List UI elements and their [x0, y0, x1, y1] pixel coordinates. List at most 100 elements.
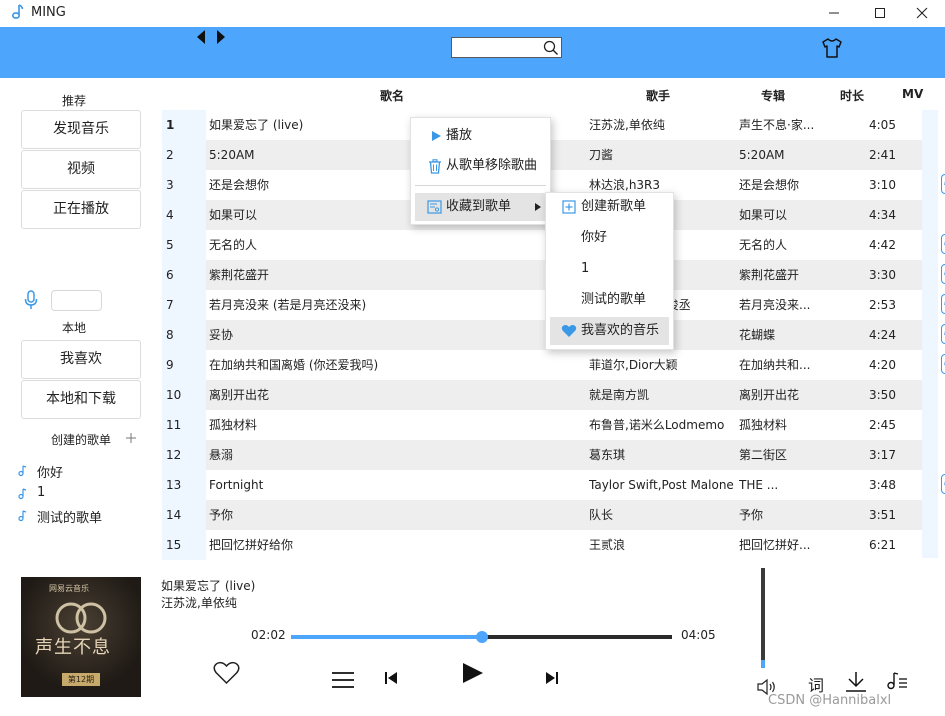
- song-title-cell: 予你: [209, 508, 234, 522]
- search-input[interactable]: [451, 37, 562, 58]
- duration-cell: 6:21: [869, 538, 896, 552]
- now-playing-title: 如果爱忘了 (live): [161, 579, 256, 593]
- sidebar-item-discover[interactable]: 发现音乐: [21, 110, 141, 149]
- search-icon[interactable]: [543, 40, 559, 56]
- skin-shirt-icon[interactable]: [820, 37, 844, 59]
- play-button-icon[interactable]: [461, 662, 485, 684]
- close-button[interactable]: [899, 0, 945, 27]
- submenu-item-create-playlist[interactable]: 创建新歌单: [550, 193, 669, 221]
- row-number: 10: [162, 380, 206, 410]
- album-cell: 离别开出花: [739, 388, 800, 402]
- row-number: 12: [162, 440, 206, 470]
- song-title-cell: 在加纳共和国离婚 (你还爱我吗): [209, 358, 379, 372]
- sidebar-mini-input[interactable]: [51, 290, 102, 311]
- heart-outline-icon[interactable]: [213, 661, 240, 685]
- submenu-item-liked-music[interactable]: 我喜欢的音乐: [550, 317, 669, 345]
- song-title-cell: 悬溺: [209, 448, 234, 462]
- minimize-button[interactable]: [811, 0, 857, 27]
- submenu-item-playlist[interactable]: 测试的歌单: [550, 286, 669, 314]
- table-row[interactable]: 10 离别开出花 就是南方凯 离别开出花 3:50: [162, 380, 938, 410]
- previous-track-icon[interactable]: [384, 671, 398, 685]
- title-bar: MING: [0, 0, 945, 27]
- column-header-title[interactable]: 歌名: [380, 87, 404, 104]
- maximize-button[interactable]: [857, 0, 903, 27]
- column-header-artist[interactable]: 歌手: [646, 87, 670, 104]
- row-number: 9: [162, 350, 206, 380]
- row-cells: 离别开出花 就是南方凯 离别开出花 3:50: [206, 380, 922, 410]
- submenu-item-label: 测试的歌单: [581, 292, 647, 307]
- album-cell: 5:20AM: [739, 148, 785, 162]
- submenu-item-label: 你好: [581, 230, 608, 245]
- next-track-icon[interactable]: [545, 671, 559, 685]
- download-icon[interactable]: [845, 671, 867, 693]
- table-row[interactable]: 14 予你 队长 予你 3:51: [162, 500, 938, 530]
- progress-bar[interactable]: [291, 631, 672, 643]
- table-row[interactable]: 11 孤独材料 布鲁普,诺米么Lodmemo 孤独材料 2:45: [162, 410, 938, 440]
- album-cell: 花蝴蝶: [739, 328, 776, 342]
- context-menu: 播放 从歌单移除歌曲 收藏到歌单: [410, 117, 551, 225]
- column-header-album[interactable]: 专辑: [761, 87, 785, 104]
- trash-icon: [429, 159, 441, 174]
- volume-slider[interactable]: [761, 568, 765, 668]
- cover-title: 声生不息: [35, 637, 111, 658]
- column-header-mv[interactable]: MV: [902, 87, 923, 101]
- row-cells: 孤独材料 布鲁普,诺米么Lodmemo 孤独材料 2:45: [206, 410, 922, 440]
- music-note-icon: [11, 4, 24, 19]
- album-cell: 第二街区: [739, 448, 788, 462]
- playlist-label: 测试的歌单: [37, 511, 103, 526]
- progress-handle[interactable]: [475, 631, 488, 643]
- forward-arrow-icon[interactable]: [215, 29, 227, 45]
- menu-item-remove[interactable]: 从歌单移除歌曲: [415, 152, 546, 180]
- row-number: 3: [162, 170, 206, 200]
- artist-cell: 王贰浪: [589, 538, 626, 552]
- submenu-item-playlist[interactable]: 1: [550, 255, 669, 283]
- album-cell: THE ...: [739, 478, 779, 492]
- mv-icon[interactable]: MV: [941, 474, 945, 494]
- submenu-arrow-icon: [535, 203, 541, 211]
- mv-icon[interactable]: MV: [941, 294, 945, 314]
- duration-cell: 4:34: [869, 208, 896, 222]
- top-toolbar: [0, 27, 945, 78]
- back-arrow-icon[interactable]: [195, 29, 207, 45]
- artist-cell: 菲道尔,Dior大颖: [589, 358, 678, 372]
- duration-cell: 2:41: [869, 148, 896, 162]
- row-number: 13: [162, 470, 206, 500]
- sidebar-item-liked[interactable]: 我喜欢: [21, 340, 141, 379]
- duration-cell: 2:53: [869, 298, 896, 312]
- sidebar-item-now-playing[interactable]: 正在播放: [21, 190, 141, 229]
- menu-separator: [415, 185, 546, 186]
- local-heading: 本地: [61, 321, 86, 335]
- table-row[interactable]: 9在加纳共和国离婚 (你还爱我吗) 菲道尔,Dior大颖 在加纳共和... 4:20 M…: [162, 350, 945, 380]
- maximize-icon: [875, 8, 885, 18]
- volume-fill: [761, 660, 765, 668]
- song-list-icon[interactable]: [886, 671, 908, 691]
- column-header-duration[interactable]: 时长: [840, 87, 864, 104]
- row-number: 8: [162, 320, 206, 350]
- mv-icon[interactable]: MV: [941, 264, 945, 284]
- artist-cell: 刀酱: [589, 148, 614, 162]
- mv-icon[interactable]: MV: [941, 354, 945, 374]
- table-row[interactable]: 13 Fortnight Taylor Swift,Post Malone THE .…: [162, 470, 945, 500]
- album-cell: 孤独材料: [739, 418, 788, 432]
- row-cells: 悬溺 葛东琪 第二街区 3:17: [206, 440, 922, 470]
- mv-icon[interactable]: MV: [941, 174, 945, 194]
- playlist-label: 1: [37, 485, 46, 500]
- menu-item-label: 收藏到歌单: [446, 199, 512, 214]
- microphone-icon[interactable]: [23, 290, 39, 310]
- menu-item-play[interactable]: 播放: [415, 122, 546, 150]
- window-title: MING: [31, 5, 66, 20]
- sidebar-item-local-download[interactable]: 本地和下载: [21, 380, 141, 419]
- sidebar-item-video[interactable]: 视频: [21, 150, 141, 189]
- submenu-item-playlist[interactable]: 你好: [550, 224, 669, 252]
- mv-icon[interactable]: MV: [941, 234, 945, 254]
- submenu-item-label: 创建新歌单: [581, 199, 647, 214]
- menu-item-add-to-playlist[interactable]: 收藏到歌单: [415, 193, 546, 221]
- add-playlist-icon[interactable]: [125, 432, 137, 444]
- table-row[interactable]: 15 把回忆拼好给你 王贰浪 把回忆拼好... 6:21: [162, 530, 938, 560]
- song-title-cell: 若月亮没来 (若是月亮还没来): [209, 298, 367, 312]
- album-cover[interactable]: 网易云音乐 声生不息 第12期: [21, 577, 141, 697]
- album-cell: 如果可以: [739, 208, 788, 222]
- mv-icon[interactable]: MV: [941, 324, 945, 344]
- playlist-order-icon[interactable]: [331, 669, 355, 689]
- table-row[interactable]: 12 悬溺 葛东琪 第二街区 3:17: [162, 440, 938, 470]
